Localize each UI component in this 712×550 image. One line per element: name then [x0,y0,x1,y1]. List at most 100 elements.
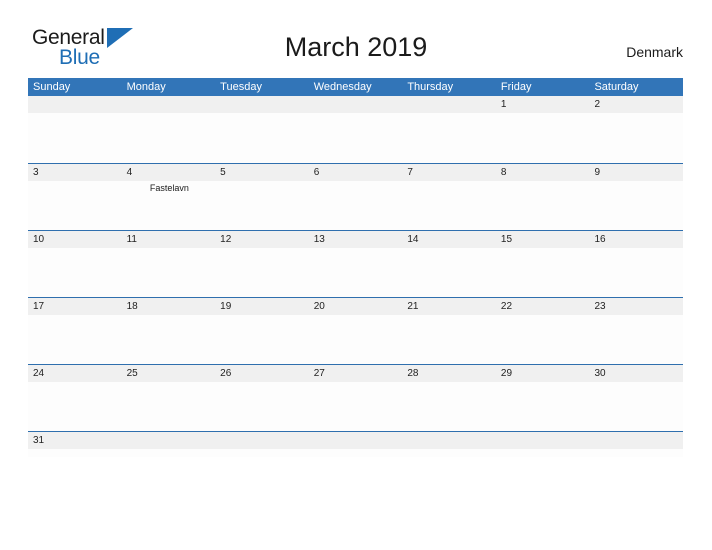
day-number [314,432,403,449]
day-number [220,96,309,113]
holiday-label: Fastelavn [149,183,189,193]
calendar-day-cell-empty [496,432,590,457]
day-number [501,432,590,449]
calendar-day-cell[interactable]: 17 [28,298,122,364]
calendar-day-cell[interactable]: 26 [215,365,309,431]
calendar-week-row: 10 11 12 13 14 15 16 [28,230,683,297]
weekday-header-tuesday: Tuesday [220,81,262,93]
calendar-day-cell-empty [215,432,309,457]
calendar-day-cell[interactable]: 29 [496,365,590,431]
calendar-day-cell[interactable]: 23 [589,298,683,364]
day-number: 17 [33,301,45,312]
calendar-day-cell[interactable]: 24 [28,365,122,431]
calendar-table: Sunday Monday Tuesday Wednesday Thursday… [28,78,683,457]
calendar-day-cell[interactable]: 10 [28,231,122,297]
calendar-day-cell[interactable]: 4 Fastelavn [122,164,216,230]
weekday-header-thursday: Thursday [407,81,454,93]
calendar-day-cell[interactable]: 9 [589,164,683,230]
calendar-day-cell-empty [402,432,496,457]
country-label: Denmark [626,44,683,60]
calendar-day-cell[interactable]: 20 [309,298,403,364]
calendar-day-cell[interactable]: 15 [496,231,590,297]
day-number [33,96,122,113]
weekday-header-monday: Monday [126,81,166,93]
day-number: 27 [313,368,325,379]
day-number: 6 [313,167,320,178]
calendar-day-cell-empty [215,96,309,163]
calendar-day-cell-empty [309,96,403,163]
calendar-day-cell[interactable]: 7 [402,164,496,230]
calendar-day-cell-empty [28,96,122,163]
calendar-week-row: 17 18 19 20 21 22 23 [28,297,683,364]
calendar-day-cell[interactable]: 1 [496,96,590,163]
calendar-day-cell[interactable]: 30 [589,365,683,431]
calendar-day-cell[interactable]: 18 [122,298,216,364]
day-number: 9 [594,167,601,178]
day-number [407,432,496,449]
day-number [407,96,496,113]
calendar-day-cell[interactable]: 25 [122,365,216,431]
calendar-week-row: 31 [28,431,683,457]
page-title: March 2019 [284,32,428,62]
day-number: 30 [594,368,606,379]
calendar-day-cell[interactable]: 27 [309,365,403,431]
weekday-header-row: Sunday Monday Tuesday Wednesday Thursday… [28,78,683,96]
calendar-day-cell[interactable]: 6 [309,164,403,230]
calendar-day-cell[interactable]: 31 [28,432,122,457]
day-number [127,96,216,113]
calendar-day-cell[interactable]: 22 [496,298,590,364]
calendar-day-cell-empty [589,432,683,457]
calendar-day-cell[interactable]: 8 [496,164,590,230]
calendar-day-cell[interactable]: 14 [402,231,496,297]
calendar-day-cell-empty [309,432,403,457]
calendar-weeks: 1 2 3 4 Fastelavn 5 6 7 8 9 10 11 12 13 14 15 16 17 18 19 20… [28,96,683,457]
day-number: 21 [407,301,419,312]
calendar-day-cell[interactable]: 13 [309,231,403,297]
calendar-day-cell[interactable]: 2 [589,96,683,163]
day-number: 24 [33,368,45,379]
day-number [220,432,309,449]
weekday-header-friday: Friday [500,81,532,93]
day-number: 4 [126,167,133,178]
calendar-page: General Blue March 2019 Denmark Sunday M… [0,0,712,550]
day-number: 13 [313,234,325,245]
calendar-day-cell-empty [402,96,496,163]
calendar-day-cell[interactable]: 12 [215,231,309,297]
day-number: 3 [33,167,39,178]
calendar-day-cell-empty [122,96,216,163]
calendar-day-cell-empty [122,432,216,457]
day-number: 12 [220,234,232,245]
calendar-day-cell[interactable]: 11 [122,231,216,297]
calendar-week-row: 3 4 Fastelavn 5 6 7 8 9 [28,163,683,230]
day-events: Fastelavn [127,181,216,194]
day-number: 18 [126,301,138,312]
day-number: 20 [313,301,325,312]
calendar-day-cell[interactable]: 21 [402,298,496,364]
calendar-day-cell[interactable]: 28 [402,365,496,431]
calendar-week-row: 24 25 26 27 28 29 30 [28,364,683,431]
calendar-day-cell[interactable]: 19 [215,298,309,364]
day-number: 2 [594,99,601,110]
day-number: 26 [220,368,232,379]
day-number: 15 [500,234,513,245]
day-number: 5 [220,167,226,178]
day-number: 1 [500,99,507,110]
day-number: 25 [126,368,138,379]
day-number: 19 [220,301,232,312]
calendar-day-cell[interactable]: 5 [215,164,309,230]
calendar-day-cell[interactable]: 3 [28,164,122,230]
day-number: 10 [33,234,45,245]
weekday-header-wednesday: Wednesday [313,81,372,93]
calendar-day-cell[interactable]: 16 [589,231,683,297]
weekday-header-saturday: Saturday [594,81,639,93]
day-number: 16 [594,234,606,245]
day-number [314,96,403,113]
day-number: 23 [594,301,606,312]
page-header: General Blue March 2019 Denmark [0,0,712,76]
day-number [127,432,216,449]
day-number: 11 [126,234,137,245]
day-number: 31 [33,435,45,446]
day-number: 22 [500,301,513,312]
day-number: 7 [407,167,413,178]
weekday-header-sunday: Sunday [33,81,71,93]
